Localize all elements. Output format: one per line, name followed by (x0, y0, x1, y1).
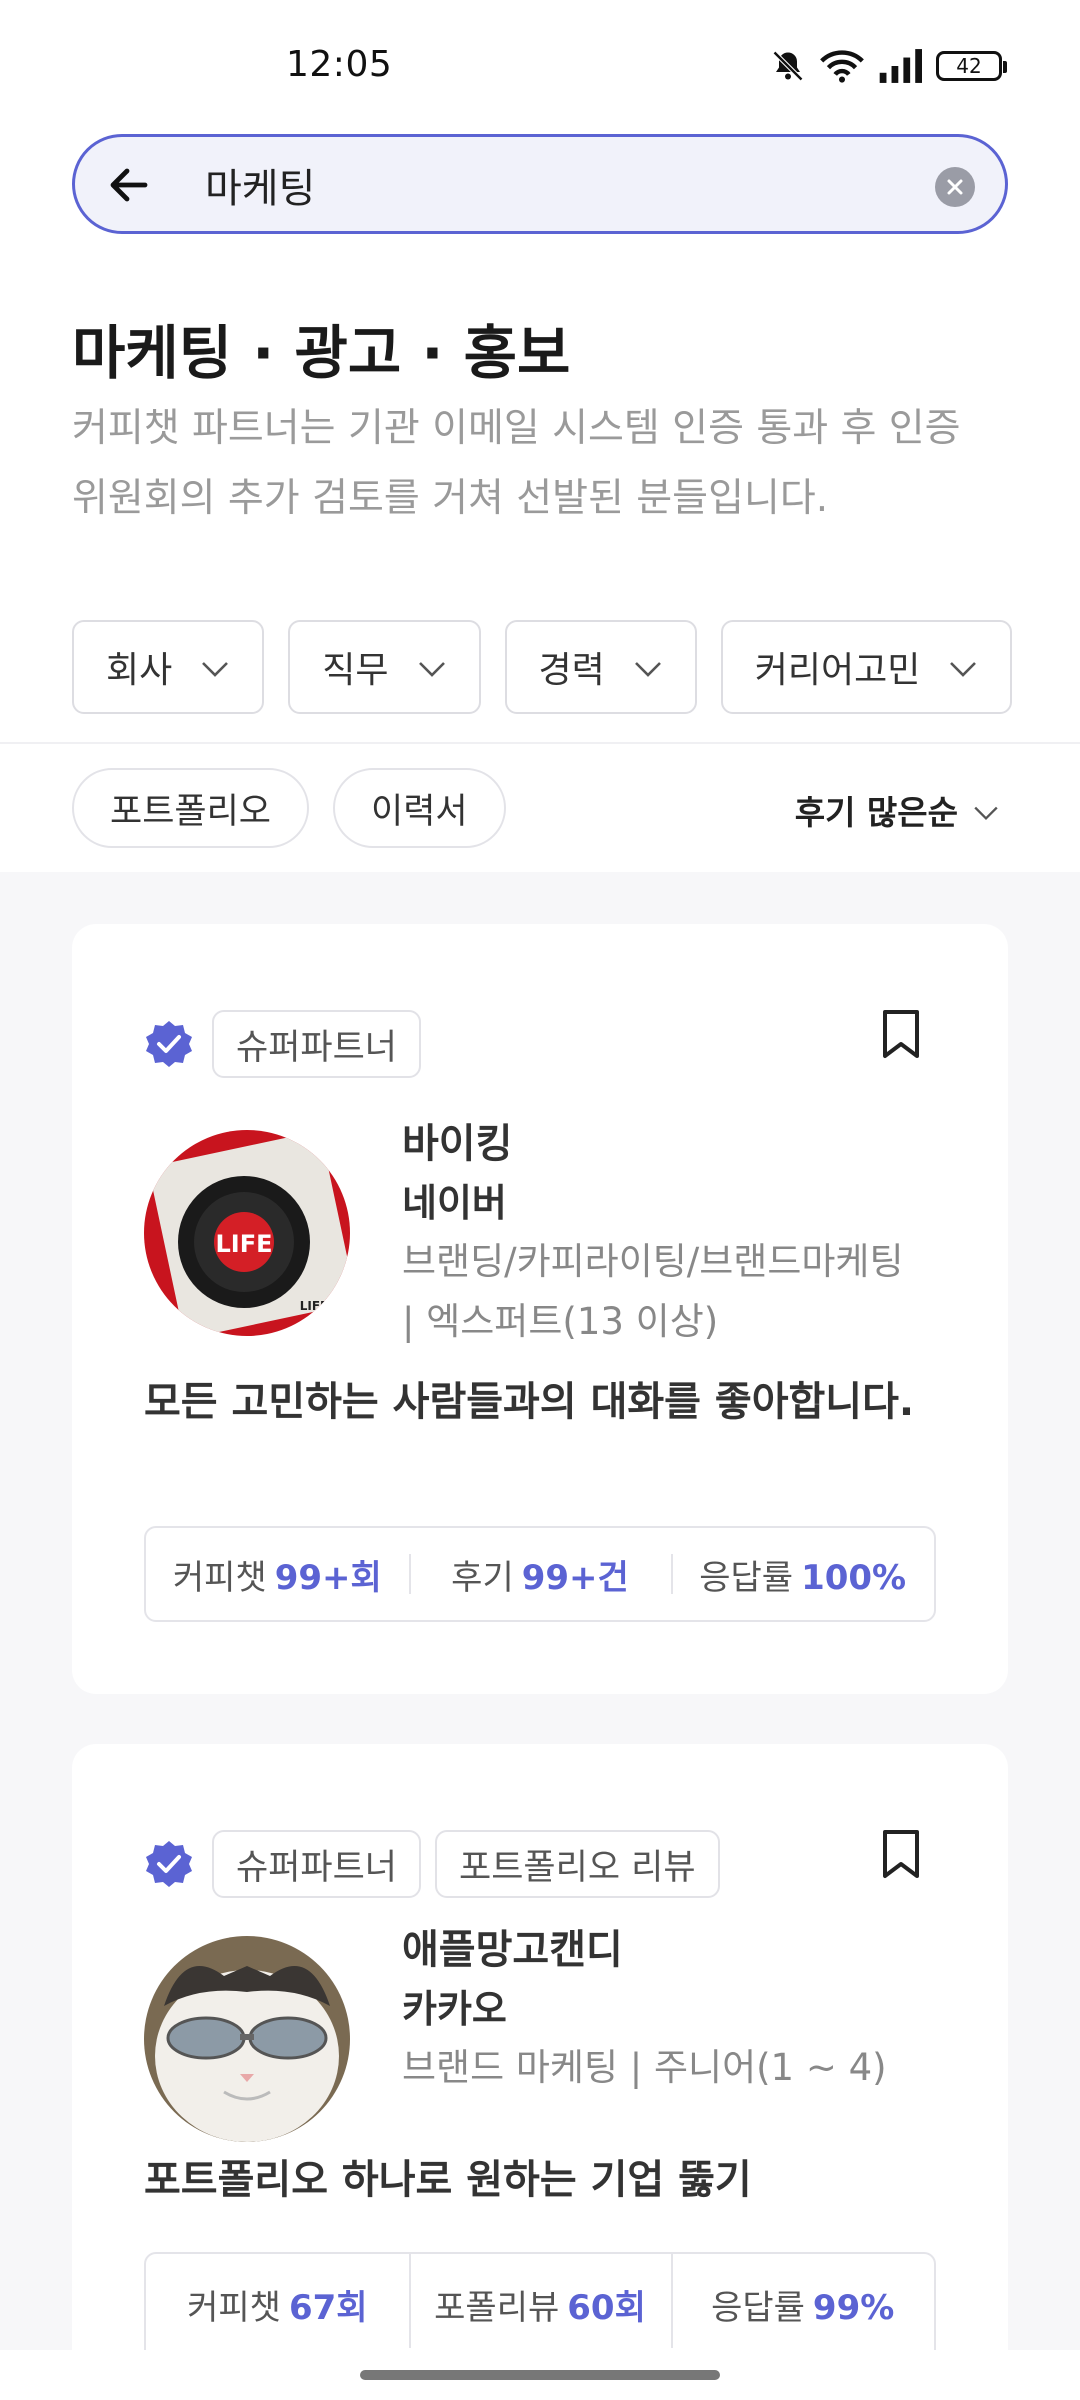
chevron-down-icon (633, 647, 663, 688)
stat-value: 100% (801, 1557, 907, 1598)
super-partner-badge: 슈퍼파트너 (212, 1010, 422, 1078)
stat-label: 응답률 (699, 1557, 794, 1598)
badge-row: 슈퍼파트너 (144, 1010, 422, 1078)
partner-role: 브랜드 마케팅 | 주니어(1 ~ 4) (402, 2046, 887, 2089)
battery-icon: 42 (936, 51, 1007, 81)
verified-icon (144, 1019, 194, 1069)
tag-portfolio[interactable]: 포트폴리오 (72, 768, 310, 848)
stat-label: 응답률 (711, 2288, 805, 2328)
svg-text:LIFE: LIFE (300, 1299, 329, 1313)
status-icons: 42 (770, 44, 1007, 88)
stat-label: 후기 (451, 1557, 514, 1598)
stat-label: 커피챗 (172, 1557, 267, 1598)
filter-label: 경력 (538, 650, 605, 691)
stat-value: 67회 (288, 2288, 368, 2328)
stat-value: 99% (812, 2288, 895, 2328)
tag-resume[interactable]: 이력서 (333, 768, 506, 848)
svg-text:LIFE: LIFE (215, 1230, 272, 1258)
search-bar[interactable] (72, 134, 1008, 234)
filter-label: 커리어고민 (754, 650, 921, 691)
stat-response-rate: 응답률 100% (671, 1550, 934, 1599)
mute-icon (770, 48, 806, 84)
partner-info: 바이킹 네이버 브랜딩/카피라이팅/브랜드마케팅 | 엑스퍼트(13 이상) (402, 1114, 922, 1352)
partner-company: 네이버 (402, 1181, 507, 1225)
page-description: 커피챗 파트너는 기관 이메일 시스템 인증 통과 후 인증 위원회의 추가 검… (72, 406, 961, 521)
chevron-down-icon (200, 647, 230, 688)
super-partner-badge: 슈퍼파트너 (212, 1830, 422, 1898)
chevron-down-icon (948, 647, 978, 688)
stat-value: 60회 (567, 2288, 646, 2328)
avatar: LIFE LIFE (144, 1130, 350, 1336)
portfolio-review-badge: 포트폴리오 리뷰 (435, 1830, 720, 1898)
badge-row: 슈퍼파트너 포트폴리오 리뷰 (144, 1830, 720, 1898)
stat-coffeechat: 커피챗 67회 (146, 2280, 409, 2329)
stat-response-rate: 응답률 99% (671, 2254, 934, 2348)
filter-concern[interactable]: 커리어고민 (720, 620, 1013, 714)
status-time: 12:05 (286, 44, 393, 85)
filter-career[interactable]: 경력 (504, 620, 697, 714)
wifi-icon (820, 48, 864, 84)
partner-info: 애플망고캔디 카카오 브랜드 마케팅 | 주니어(1 ~ 4) (402, 1920, 922, 2098)
bookmark-icon[interactable] (880, 1008, 922, 1060)
search-input[interactable] (205, 157, 985, 213)
tag-row: 포트폴리오 이력서 (72, 768, 506, 848)
partner-stats: 커피챗 99+회 후기 99+건 응답률 100% (144, 1526, 936, 1622)
sort-label: 후기 많은순 (794, 793, 958, 832)
back-arrow-icon[interactable] (105, 161, 153, 209)
signal-icon (878, 49, 922, 83)
partner-nickname: 애플망고캔디 (402, 1927, 623, 1973)
filter-label: 회사 (106, 650, 173, 691)
partner-headline: 포트폴리오 하나로 원하는 기업 뚫기 (144, 2157, 752, 2203)
filter-company[interactable]: 회사 (72, 620, 265, 714)
stat-label: 포폴리뷰 (434, 2288, 560, 2328)
partner-card[interactable]: 슈퍼파트너 LIFE LIFE 바이킹 네이버 브랜딩/카피라이팅/브랜드마케팅… (72, 924, 1008, 1694)
stat-value: 99+건 (521, 1557, 629, 1598)
clear-search-icon[interactable] (935, 167, 975, 207)
partner-headline: 모든 고민하는 사람들과의 대화를 좋아합니다. (144, 1379, 915, 1425)
partner-nickname: 바이킹 (402, 1121, 513, 1167)
partner-card[interactable]: 슈퍼파트너 포트폴리오 리뷰 애플망고캔디 카카오 브랜드 마케팅 | 주니어(… (72, 1744, 1008, 2400)
partner-company: 카카오 (402, 1987, 507, 2031)
home-indicator[interactable] (360, 2370, 720, 2380)
stat-portfolio-reviews: 포폴리뷰 60회 (408, 2254, 672, 2348)
page-title: 마케팅 · 광고 · 홍보 (72, 319, 571, 387)
stat-reviews: 후기 99+건 (408, 1550, 672, 1599)
sort-dropdown[interactable]: 후기 많은순 (795, 786, 1000, 834)
status-bar: 12:05 42 (0, 0, 1080, 130)
stat-label: 커피챗 (187, 2288, 281, 2328)
chevron-down-icon (972, 791, 1000, 830)
stat-coffeechat: 커피챗 99+회 (146, 1550, 409, 1599)
filter-job[interactable]: 직무 (288, 620, 481, 714)
stat-value: 99+회 (274, 1557, 382, 1598)
partner-role: 브랜딩/카피라이팅/브랜드마케팅 | 엑스퍼트(13 이상) (402, 1240, 904, 1343)
verified-icon (144, 1839, 194, 1889)
filter-row: 회사 직무 경력 커리어고민 (72, 620, 1013, 714)
chevron-down-icon (417, 647, 447, 688)
bookmark-icon[interactable] (880, 1828, 922, 1880)
divider (0, 742, 1080, 744)
filter-label: 직무 (322, 650, 389, 691)
avatar (144, 1936, 350, 2142)
